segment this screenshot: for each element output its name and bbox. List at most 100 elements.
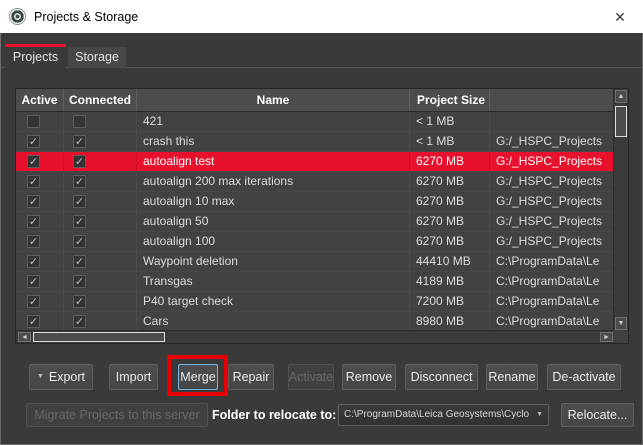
remove-button[interactable]: Remove xyxy=(342,364,396,390)
active-cell: ✓ xyxy=(16,272,64,291)
project-path-cell: G:/_HSPC_Projects xyxy=(490,152,614,171)
vertical-scrollbar-thumb[interactable] xyxy=(615,106,627,137)
scroll-down-icon[interactable]: ▼ xyxy=(615,317,627,330)
project-name-cell: autoalign 10 max xyxy=(137,192,410,211)
export-dropdown-icon: ▼ xyxy=(37,365,44,389)
table-row[interactable]: ✓ ✓ autoalign 100 6270 MB G:/_HSPC_Proje… xyxy=(16,232,614,252)
merge-button[interactable]: Merge xyxy=(178,364,218,390)
check-icon: ✓ xyxy=(28,176,39,188)
column-header-project-size[interactable]: Project Size xyxy=(410,89,490,111)
app-logo-icon xyxy=(9,8,26,25)
active-cell: ✓ xyxy=(16,312,64,331)
folder-to-relocate-label: Folder to relocate to: xyxy=(212,403,336,427)
project-size-cell: 6270 MB xyxy=(410,232,490,251)
project-size-cell: 6270 MB xyxy=(410,152,490,171)
connected-checkbox[interactable]: ✓ xyxy=(73,215,86,228)
connected-checkbox[interactable]: ✓ xyxy=(73,155,86,168)
scroll-right-icon[interactable]: ► xyxy=(600,332,613,342)
connected-checkbox[interactable]: ✓ xyxy=(73,115,86,128)
disconnect-button[interactable]: Disconnect xyxy=(405,364,478,390)
active-cell: ✓ xyxy=(16,112,64,131)
connected-checkbox[interactable]: ✓ xyxy=(73,235,86,248)
connected-cell: ✓ xyxy=(64,272,137,291)
connected-checkbox[interactable]: ✓ xyxy=(73,275,86,288)
export-button[interactable]: ▼ Export xyxy=(29,364,93,390)
active-checkbox[interactable]: ✓ xyxy=(27,155,40,168)
table-row[interactable]: ✓ ✓ autoalign test 6270 MB G:/_HSPC_Proj… xyxy=(16,152,614,172)
activate-button[interactable]: Activate xyxy=(288,364,334,390)
table-row[interactable]: ✓ ✓ Waypoint deletion 44410 MB C:\Progra… xyxy=(16,252,614,272)
connected-checkbox[interactable]: ✓ xyxy=(73,135,86,148)
check-icon: ✓ xyxy=(74,176,85,188)
deactivate-button[interactable]: De-activate xyxy=(547,364,621,390)
check-icon: ✓ xyxy=(74,276,85,288)
horizontal-scrollbar-thumb[interactable] xyxy=(33,332,165,342)
connected-checkbox[interactable]: ✓ xyxy=(73,255,86,268)
project-path-cell: G:/_HSPC_Projects xyxy=(490,192,614,211)
table-row[interactable]: ✓ ✓ autoalign 50 6270 MB G:/_HSPC_Projec… xyxy=(16,212,614,232)
project-size-cell: 6270 MB xyxy=(410,192,490,211)
active-checkbox[interactable]: ✓ xyxy=(27,275,40,288)
scrollbar-corner xyxy=(613,330,628,343)
connected-cell: ✓ xyxy=(64,132,137,151)
active-checkbox[interactable]: ✓ xyxy=(27,115,40,128)
check-icon: ✓ xyxy=(74,156,85,168)
active-checkbox[interactable]: ✓ xyxy=(27,235,40,248)
column-header-active[interactable]: Active xyxy=(16,89,64,111)
scroll-left-icon[interactable]: ◄ xyxy=(18,332,31,342)
table-row[interactable]: ✓ ✓ autoalign 10 max 6270 MB G:/_HSPC_Pr… xyxy=(16,192,614,212)
folder-combobox[interactable]: C:\ProgramData\Leica Geosystems\Cyclo ▼ xyxy=(338,404,549,426)
relocate-button[interactable]: Relocate... xyxy=(561,403,634,427)
connected-checkbox[interactable]: ✓ xyxy=(73,315,86,328)
connected-checkbox[interactable]: ✓ xyxy=(73,295,86,308)
connected-cell: ✓ xyxy=(64,312,137,331)
migrate-projects-button[interactable]: Migrate Projects to this server xyxy=(26,403,208,427)
connected-checkbox[interactable]: ✓ xyxy=(73,195,86,208)
column-header-connected[interactable]: Connected xyxy=(64,89,137,111)
project-name-cell: Cars xyxy=(137,312,410,331)
project-path-cell: C:\ProgramData\Le xyxy=(490,252,614,271)
project-size-cell: 7200 MB xyxy=(410,292,490,311)
close-icon[interactable]: ✕ xyxy=(610,7,630,27)
active-cell: ✓ xyxy=(16,232,64,251)
table-row[interactable]: ✓ ✓ Transgas 4189 MB C:\ProgramData\Le xyxy=(16,272,614,292)
connected-checkbox[interactable]: ✓ xyxy=(73,175,86,188)
active-checkbox[interactable]: ✓ xyxy=(27,315,40,328)
active-checkbox[interactable]: ✓ xyxy=(27,255,40,268)
tab-projects[interactable]: Projects xyxy=(5,47,66,70)
connected-cell: ✓ xyxy=(64,192,137,211)
connected-cell: ✓ xyxy=(64,292,137,311)
active-checkbox[interactable]: ✓ xyxy=(27,215,40,228)
horizontal-scrollbar[interactable]: ◄ ► xyxy=(16,330,615,343)
project-name-cell: 421 xyxy=(137,112,410,131)
project-size-cell: < 1 MB xyxy=(410,112,490,131)
table-row[interactable]: ✓ ✓ autoalign 200 max iterations 6270 MB… xyxy=(16,172,614,192)
active-checkbox[interactable]: ✓ xyxy=(27,295,40,308)
project-path-cell: G:/_HSPC_Projects xyxy=(490,232,614,251)
check-icon: ✓ xyxy=(28,236,39,248)
tab-storage[interactable]: Storage xyxy=(68,47,126,68)
scroll-up-icon[interactable]: ▲ xyxy=(615,90,627,103)
table-row[interactable]: ✓ ✓ Cars 8980 MB C:\ProgramData\Le xyxy=(16,312,614,332)
active-checkbox[interactable]: ✓ xyxy=(27,135,40,148)
table-header: Active Connected Name Project Size xyxy=(16,89,614,112)
table-row[interactable]: ✓ ✓ P40 target check 7200 MB C:\ProgramD… xyxy=(16,292,614,312)
project-name-cell: autoalign test xyxy=(137,152,410,171)
table-row[interactable]: ✓ ✓ 421 < 1 MB xyxy=(16,112,614,132)
table-row[interactable]: ✓ ✓ crash this < 1 MB G:/_HSPC_Projects xyxy=(16,132,614,152)
rename-button[interactable]: Rename xyxy=(486,364,538,390)
check-icon: ✓ xyxy=(74,196,85,208)
project-path-cell: G:/_HSPC_Projects xyxy=(490,132,614,151)
column-header-path[interactable] xyxy=(490,89,614,111)
import-button[interactable]: Import xyxy=(109,364,158,390)
active-cell: ✓ xyxy=(16,212,64,231)
check-icon: ✓ xyxy=(74,216,85,228)
check-icon: ✓ xyxy=(28,296,39,308)
projects-storage-dialog: Projects & Storage ✕ Projects Storage Ac… xyxy=(0,0,643,445)
vertical-scrollbar[interactable]: ▲ ▼ xyxy=(613,89,628,332)
check-icon: ✓ xyxy=(28,216,39,228)
active-checkbox[interactable]: ✓ xyxy=(27,175,40,188)
active-checkbox[interactable]: ✓ xyxy=(27,195,40,208)
column-header-name[interactable]: Name xyxy=(137,89,410,111)
repair-button[interactable]: Repair xyxy=(228,364,274,390)
